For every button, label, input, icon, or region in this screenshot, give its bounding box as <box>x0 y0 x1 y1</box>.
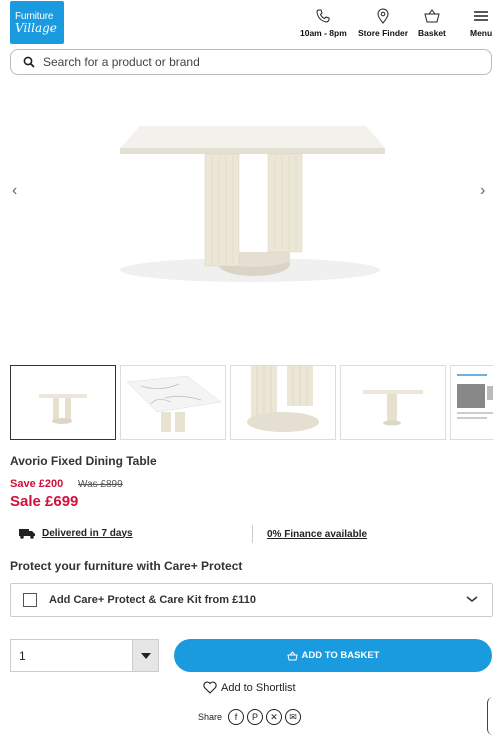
product-main-image <box>120 126 385 282</box>
thumbnail-3[interactable] <box>230 365 336 440</box>
share-bar: Share f P ✕ ✉ <box>198 709 302 725</box>
hamburger-icon <box>474 11 489 21</box>
search-bar[interactable]: Search for a product or brand <box>10 49 492 75</box>
thumbnail-strip <box>10 365 493 441</box>
thumbnail-5[interactable] <box>450 365 493 440</box>
delivery-info[interactable]: Delivered in 7 days <box>18 527 133 539</box>
x-icon[interactable]: ✕ <box>266 709 283 725</box>
delivery-truck-icon <box>19 529 35 539</box>
basket-link[interactable]: Basket <box>418 8 446 38</box>
chevron-down-icon[interactable] <box>466 593 478 605</box>
phone-icon <box>316 9 330 23</box>
store-finder-label: Store Finder <box>358 28 409 38</box>
thumbnail-base-closeup-image <box>247 366 319 432</box>
product-title: Avorio Fixed Dining Table <box>10 454 157 468</box>
opening-hours-link[interactable]: 10am - 8pm <box>300 8 347 38</box>
location-pin-icon <box>377 8 389 24</box>
quantity-value: 1 <box>19 648 26 663</box>
quantity-select[interactable]: 1 <box>10 639 159 672</box>
care-plus-checkbox[interactable] <box>23 593 37 607</box>
sale-price: Sale £699 <box>10 493 79 510</box>
basket-icon <box>424 9 440 23</box>
site-header: Furniture Village 10am - 8pm Store Finde… <box>0 0 493 46</box>
protect-heading: Protect your furniture with Care+ Protec… <box>10 559 243 573</box>
pinterest-icon[interactable]: P <box>247 709 264 725</box>
gallery-prev-arrow[interactable]: ‹ <box>12 182 17 200</box>
thumbnail-table-front-image <box>39 394 87 424</box>
info-divider <box>252 525 253 543</box>
search-input[interactable]: Search for a product or brand <box>43 55 200 69</box>
menu-button[interactable]: Menu <box>470 8 492 38</box>
logo-line2: Village <box>15 20 57 35</box>
product-image-gallery[interactable]: ‹ › <box>0 82 493 360</box>
thumbnail-1[interactable] <box>10 365 116 440</box>
thumbnail-info-sheet-image <box>457 374 493 419</box>
shortlist-label: Add to Shortlist <box>221 681 296 694</box>
heart-icon <box>203 681 217 694</box>
thumbnail-table-side-image <box>363 390 423 426</box>
quantity-dropdown[interactable] <box>132 640 158 671</box>
share-label: Share <box>198 712 223 722</box>
basket-icon <box>286 650 298 660</box>
logo-line1: Furniture <box>15 10 54 22</box>
brand-logo[interactable]: Furniture Village <box>10 1 64 44</box>
store-finder-link[interactable]: Store Finder <box>358 8 408 38</box>
save-amount: Save £200 <box>10 478 64 490</box>
caret-down-icon <box>140 652 151 659</box>
search-icon <box>23 56 35 68</box>
facebook-icon[interactable]: f <box>228 709 245 725</box>
add-to-basket-label: ADD TO BASKET <box>301 650 380 661</box>
care-plus-label: Add Care+ Protect & Care Kit from £110 <box>49 594 256 606</box>
finance-link[interactable]: 0% Finance available <box>267 529 367 540</box>
opening-hours-label: 10am - 8pm <box>300 28 347 38</box>
menu-label: Menu <box>470 28 493 38</box>
feedback-side-tab[interactable] <box>487 697 493 735</box>
delivery-link[interactable]: Delivered in 7 days <box>42 528 133 539</box>
thumbnail-2[interactable] <box>120 365 226 440</box>
gallery-next-arrow[interactable]: › <box>480 182 485 200</box>
email-icon[interactable]: ✉ <box>285 709 302 725</box>
add-to-basket-button[interactable]: ADD TO BASKET <box>174 639 492 672</box>
basket-label: Basket <box>418 28 446 38</box>
was-price: Was £899 <box>78 479 123 490</box>
add-to-shortlist-button[interactable]: Add to Shortlist <box>203 681 296 694</box>
thumbnail-table-top-image <box>126 375 222 432</box>
thumbnail-4[interactable] <box>340 365 446 440</box>
care-plus-option[interactable]: Add Care+ Protect & Care Kit from £110 <box>10 583 493 617</box>
